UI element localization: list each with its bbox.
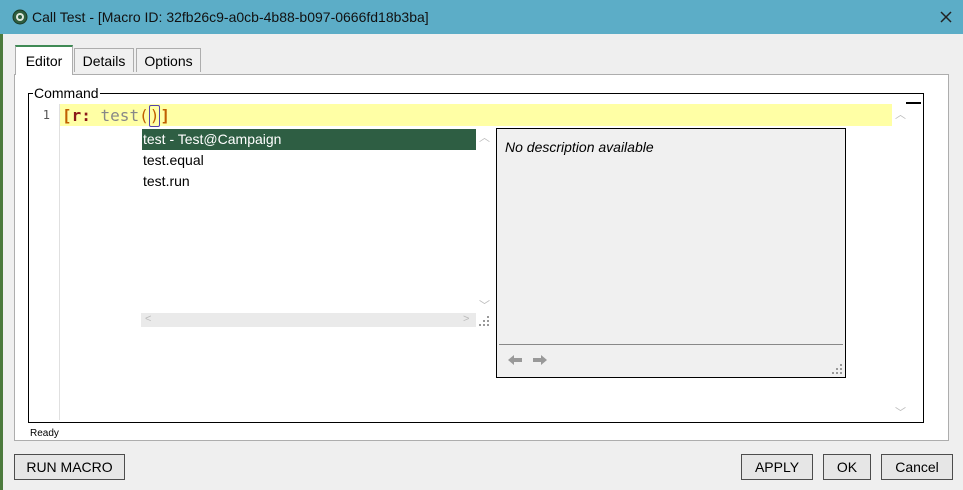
window-title: Call Test - [Macro ID: 32fb26c9-a0cb-4b8…	[32, 9, 429, 25]
description-text: No description available	[505, 139, 654, 155]
chevron-up-icon[interactable]: ︿	[895, 106, 906, 122]
divider	[499, 344, 843, 345]
tab-label: Options	[144, 52, 193, 69]
autocomplete-horizontal-scrollbar[interactable]: < >	[141, 313, 476, 327]
code-close-bracket: ]	[160, 106, 170, 125]
autocomplete-item[interactable]: test.equal	[142, 150, 476, 171]
cancel-button[interactable]: Cancel	[881, 454, 953, 480]
code-open-paren: (	[139, 106, 149, 125]
autocomplete-list[interactable]: test - Test@Campaign test.equal test.run…	[141, 129, 491, 328]
line-number-gutter: 1	[30, 104, 60, 420]
chevron-right-icon[interactable]: >	[463, 313, 469, 325]
code-keyword: r:	[71, 106, 91, 125]
autocomplete-item-label: test.run	[143, 173, 190, 189]
autocomplete-item[interactable]: test.run	[142, 171, 476, 192]
tab-label: Details	[82, 52, 126, 69]
chevron-down-icon[interactable]: ﹀	[895, 404, 906, 420]
tab-options[interactable]: Options	[136, 48, 201, 72]
resize-grip-icon[interactable]	[478, 315, 490, 327]
autocomplete-item[interactable]: test - Test@Campaign	[142, 129, 476, 150]
arrow-right-icon[interactable]	[531, 351, 549, 369]
arrow-left-icon[interactable]	[506, 351, 524, 369]
description-panel: No description available	[496, 128, 846, 378]
line-number: 1	[42, 108, 50, 122]
tab-details[interactable]: Details	[74, 48, 134, 72]
window-edge	[0, 34, 3, 490]
status-text: Ready	[30, 428, 59, 439]
minimize-icon[interactable]	[906, 102, 921, 104]
code-identifier: test	[90, 106, 140, 125]
run-macro-button[interactable]: RUN MACRO	[14, 454, 125, 480]
ok-button[interactable]: OK	[823, 454, 871, 480]
code-close-paren-caret: )	[148, 105, 161, 127]
title-bar: Call Test - [Macro ID: 32fb26c9-a0cb-4b8…	[0, 0, 963, 34]
tab-editor[interactable]: Editor	[15, 45, 73, 75]
chevron-up-icon[interactable]: ︿	[479, 129, 490, 145]
chevron-left-icon[interactable]: <	[145, 313, 151, 325]
close-button[interactable]	[929, 0, 963, 34]
command-group-label: Command	[33, 85, 100, 101]
editor-vertical-scrollbar[interactable]: ︿ ﹀	[892, 104, 910, 420]
resize-grip-icon[interactable]	[831, 363, 843, 375]
apply-button[interactable]: APPLY	[741, 454, 813, 480]
tab-label: Editor	[25, 53, 63, 69]
autocomplete-vertical-scrollbar[interactable]: ︿ ﹀	[476, 129, 491, 313]
code-open-bracket: [	[62, 106, 72, 125]
autocomplete-item-label: test.equal	[143, 152, 204, 168]
gear-icon	[12, 9, 28, 25]
current-line-highlight	[60, 104, 892, 126]
code-line[interactable]: [r: test()]	[62, 105, 170, 127]
chevron-down-icon[interactable]: ﹀	[479, 297, 490, 313]
autocomplete-item-label: test - Test@Campaign	[143, 131, 282, 147]
close-icon	[940, 11, 952, 23]
